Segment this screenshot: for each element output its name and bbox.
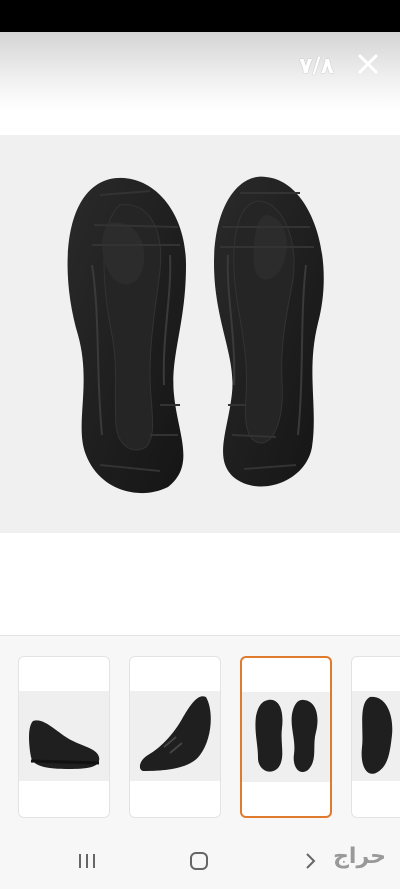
shoe-front-angle-view-icon	[139, 696, 211, 771]
thumbnail-2[interactable]	[129, 656, 221, 818]
right-sole	[214, 176, 324, 487]
watermark-logo: حراج	[333, 844, 386, 869]
thumbnail-3[interactable]	[240, 656, 332, 818]
back-icon	[306, 853, 316, 869]
close-icon	[358, 54, 378, 74]
thumbnail-image	[352, 691, 400, 781]
viewer-header: ٧/٨	[0, 32, 400, 110]
shoe-soles-view-icon	[255, 699, 318, 773]
close-button[interactable]	[354, 50, 382, 78]
thumbnail-image	[19, 691, 109, 781]
back-button[interactable]	[300, 850, 320, 876]
recents-button[interactable]	[77, 850, 97, 876]
shoe-side-view-icon	[29, 720, 100, 769]
shoe-top-view-icon	[361, 696, 393, 774]
left-sole	[67, 177, 186, 494]
thumbnail-image	[130, 691, 220, 781]
system-nav-bar: حراج	[0, 836, 400, 889]
main-product-image[interactable]	[0, 135, 400, 533]
shoe-soles-photo	[67, 176, 324, 494]
status-bar	[0, 0, 400, 32]
recents-icon	[79, 854, 95, 868]
image-counter: ٧/٨	[299, 54, 334, 79]
thumbnail-strip[interactable]	[0, 636, 400, 836]
thumbnail-1[interactable]	[18, 656, 110, 818]
thumbnail-image	[242, 692, 330, 782]
thumbnail-4[interactable]	[351, 656, 400, 818]
home-icon	[190, 852, 208, 870]
home-button[interactable]	[188, 850, 210, 876]
